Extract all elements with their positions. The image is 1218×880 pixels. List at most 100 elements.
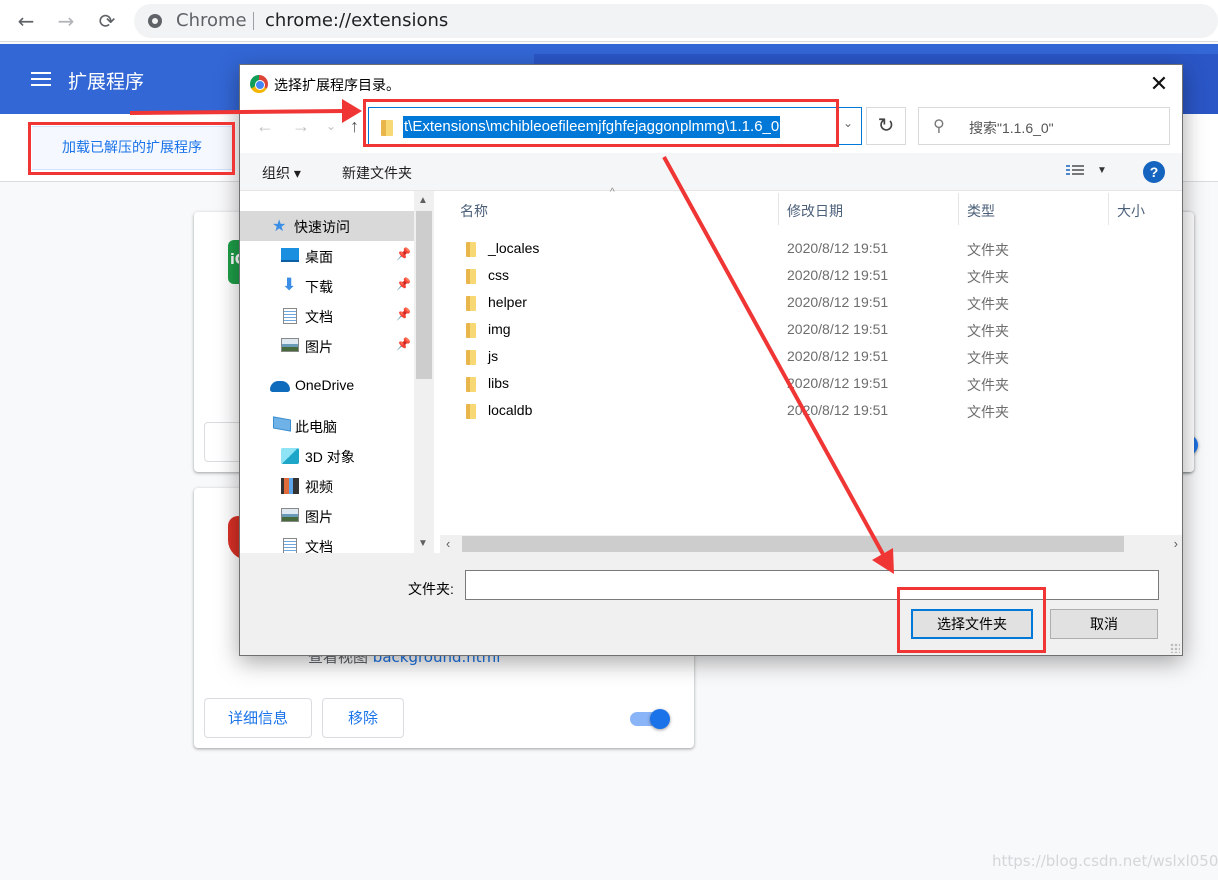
- nav-item-this-pc[interactable]: 此电脑: [240, 411, 414, 441]
- reload-icon[interactable]: ⟳: [94, 8, 120, 34]
- nav-item-label: 图片: [305, 339, 333, 355]
- forward-icon[interactable]: →: [292, 116, 310, 137]
- refresh-button[interactable]: ↻: [866, 107, 906, 145]
- file-row[interactable]: helper 2020/8/12 19:51 文件夹: [436, 289, 1182, 316]
- scrollbar-thumb[interactable]: [416, 211, 432, 379]
- column-divider[interactable]: [958, 193, 959, 225]
- back-icon[interactable]: ←: [256, 116, 274, 137]
- nav-item-onedrive[interactable]: OneDrive: [240, 371, 414, 401]
- search-input[interactable]: ⚲ 搜索"1.1.6_0": [918, 107, 1170, 145]
- file-row[interactable]: js 2020/8/12 19:51 文件夹: [436, 343, 1182, 370]
- annotation-box-address: [363, 99, 839, 147]
- document-icon: [283, 308, 297, 324]
- pin-icon: 📌: [396, 337, 411, 351]
- file-type: 文件夹: [967, 404, 1009, 420]
- file-row[interactable]: localdb 2020/8/12 19:51 文件夹: [436, 397, 1182, 424]
- file-row[interactable]: libs 2020/8/12 19:51 文件夹: [436, 370, 1182, 397]
- nav-item-downloads[interactable]: ⬇ 下载 📌: [240, 271, 414, 301]
- nav-item-documents[interactable]: 文档 📌: [240, 301, 414, 331]
- file-type: 文件夹: [967, 323, 1009, 339]
- pictures-icon: [281, 508, 299, 522]
- scrollbar-thumb[interactable]: [462, 536, 1124, 552]
- chevron-down-icon[interactable]: ⌄: [843, 116, 853, 130]
- nav-item-label: 图片: [305, 509, 333, 525]
- folder-icon: [466, 323, 476, 338]
- forward-icon[interactable]: →: [53, 8, 79, 34]
- folder-name-input[interactable]: [465, 570, 1159, 600]
- document-icon: [283, 538, 297, 553]
- navigation-scrollbar[interactable]: ▲ ▼: [414, 191, 434, 553]
- scroll-up-icon[interactable]: ▲: [418, 195, 428, 206]
- file-type: 文件夹: [967, 350, 1009, 366]
- file-modified: 2020/8/12 19:51: [787, 240, 889, 256]
- url-text[interactable]: chrome://extensions: [265, 10, 448, 31]
- column-divider[interactable]: [1108, 193, 1109, 225]
- nav-item-label: 此电脑: [295, 419, 337, 435]
- horizontal-scrollbar[interactable]: ‹ ›: [440, 535, 1182, 553]
- scroll-down-icon[interactable]: ▼: [418, 538, 428, 549]
- file-name: libs: [488, 375, 510, 391]
- help-icon[interactable]: ?: [1143, 161, 1165, 183]
- file-row[interactable]: css 2020/8/12 19:51 文件夹: [436, 262, 1182, 289]
- nav-item-pictures[interactable]: 图片: [240, 501, 414, 531]
- nav-item-pictures[interactable]: 图片 📌: [240, 331, 414, 361]
- recent-locations-icon[interactable]: ⌄: [326, 119, 336, 133]
- folder-icon: [466, 377, 476, 392]
- file-row[interactable]: img 2020/8/12 19:51 文件夹: [436, 316, 1182, 343]
- onedrive-icon: [270, 381, 290, 392]
- site-chip: Chrome: [176, 10, 247, 31]
- address-bar[interactable]: Chrome chrome://extensions: [134, 4, 1218, 38]
- pin-icon: 📌: [396, 307, 411, 321]
- nav-item-3d-objects[interactable]: 3D 对象: [240, 441, 414, 471]
- nav-item-documents[interactable]: 文档: [240, 531, 414, 553]
- file-list-header: ^ 名称 修改日期 类型 大小: [436, 187, 1182, 227]
- file-modified: 2020/8/12 19:51: [787, 267, 889, 283]
- resize-grip-icon[interactable]: [1170, 643, 1180, 653]
- search-placeholder: 搜索"1.1.6_0": [969, 120, 1054, 136]
- column-header-modified[interactable]: 修改日期: [787, 201, 843, 221]
- up-icon[interactable]: ↑: [350, 116, 359, 137]
- file-name: localdb: [488, 402, 533, 418]
- file-type: 文件夹: [967, 296, 1009, 312]
- scroll-right-icon[interactable]: ›: [1174, 536, 1178, 551]
- desktop-icon: [281, 248, 299, 262]
- organize-menu[interactable]: 组织 ▾: [262, 163, 301, 183]
- browser-toolbar: ← → ⟳ Chrome chrome://extensions: [0, 0, 1218, 42]
- nav-item-videos[interactable]: 视频: [240, 471, 414, 501]
- file-name: css: [488, 267, 509, 283]
- nav-item-label: 桌面: [305, 249, 333, 265]
- nav-item-desktop[interactable]: 桌面 📌: [240, 241, 414, 271]
- nav-item-quick-access[interactable]: ★ 快速访问: [240, 211, 414, 241]
- folder-icon: [466, 350, 476, 365]
- sort-ascending-icon: ^: [610, 187, 615, 198]
- cancel-button[interactable]: 取消: [1050, 609, 1158, 639]
- folder-icon: [466, 296, 476, 311]
- view-dropdown-icon[interactable]: ▼: [1097, 165, 1107, 176]
- column-header-type[interactable]: 类型: [967, 201, 995, 221]
- column-header-size[interactable]: 大小: [1117, 201, 1145, 221]
- extension-toggle[interactable]: [630, 709, 670, 729]
- file-modified: 2020/8/12 19:51: [787, 348, 889, 364]
- back-icon[interactable]: ←: [13, 8, 39, 34]
- file-name: _locales: [488, 240, 540, 256]
- file-modified: 2020/8/12 19:51: [787, 294, 889, 310]
- column-header-name[interactable]: 名称: [460, 201, 488, 221]
- file-type: 文件夹: [967, 377, 1009, 393]
- annotation-box-load-unpacked: [28, 122, 235, 175]
- separator: [253, 12, 254, 30]
- new-folder-button[interactable]: 新建文件夹: [342, 163, 412, 183]
- select-folder-dialog: 选择扩展程序目录。 ✕ ← → ⌄ ↑ t\Extensions\mchible…: [239, 64, 1183, 656]
- scroll-left-icon[interactable]: ‹: [446, 536, 450, 551]
- file-modified: 2020/8/12 19:51: [787, 402, 889, 418]
- details-button[interactable]: 详细信息: [204, 698, 312, 738]
- file-row[interactable]: _locales 2020/8/12 19:51 文件夹: [436, 235, 1182, 262]
- hamburger-menu-icon[interactable]: [31, 72, 51, 86]
- nav-item-label: 下载: [305, 279, 333, 295]
- folder-label: 文件夹:: [408, 581, 454, 597]
- 3d-objects-icon: [281, 448, 299, 464]
- pictures-icon: [281, 338, 299, 352]
- view-details-icon[interactable]: [1066, 165, 1084, 179]
- close-icon[interactable]: ✕: [1144, 69, 1174, 99]
- column-divider[interactable]: [778, 193, 779, 225]
- remove-button[interactable]: 移除: [322, 698, 404, 738]
